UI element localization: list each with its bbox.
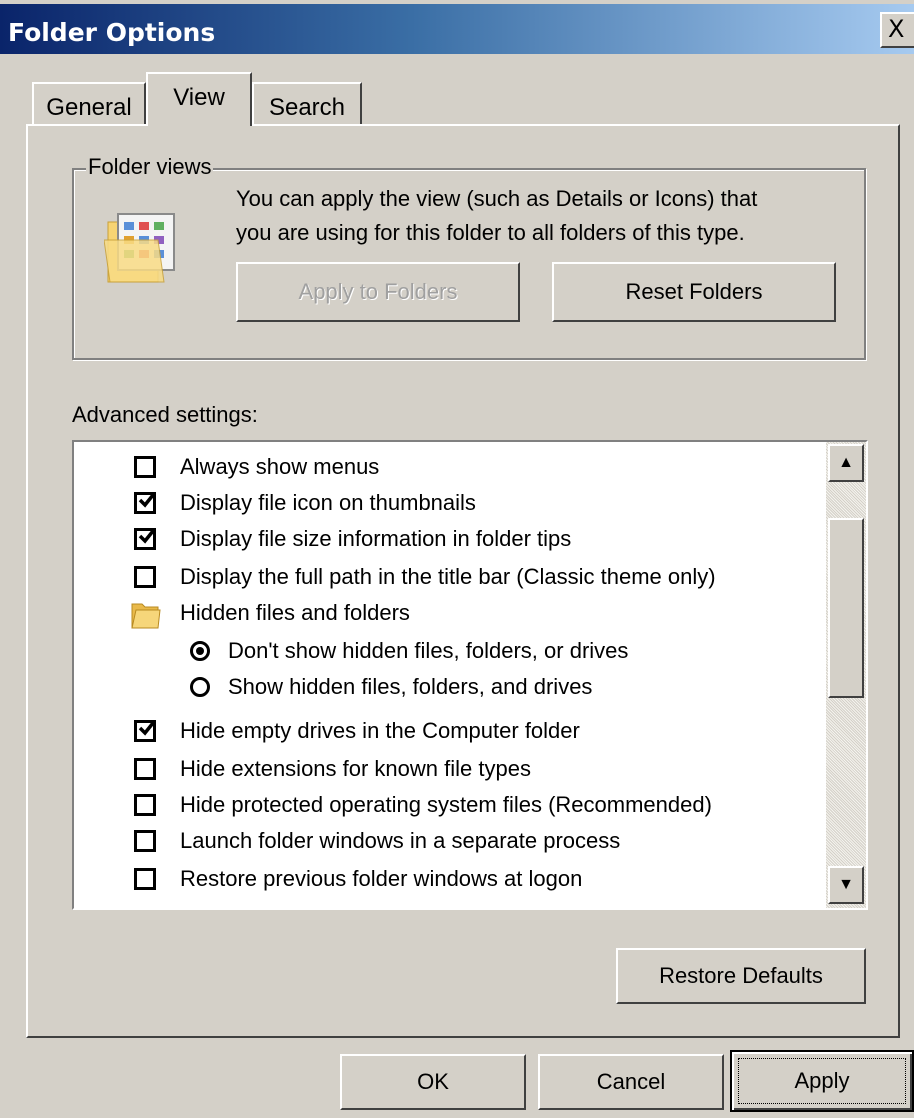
arrow-up-icon: ▲ [838,454,854,471]
checkbox[interactable] [134,720,156,742]
tab-search[interactable]: Search [252,82,362,126]
reset-folders-button[interactable]: Reset Folders [552,262,836,322]
checkmark-icon [138,493,155,508]
list-item-label: Hide empty drives in the Computer folder [180,718,580,743]
radio-button[interactable] [190,641,210,661]
focus-rectangle [738,1058,906,1104]
radio-button[interactable] [190,677,210,697]
list-item-label: Hide extensions for known file types [180,756,531,781]
checkbox[interactable] [134,868,156,890]
list-item-label: Don't show hidden files, folders, or dri… [228,638,629,663]
checkbox[interactable] [134,492,156,514]
close-button[interactable]: X [880,12,914,48]
apply-button[interactable]: Apply [730,1050,914,1112]
checkbox[interactable] [134,528,156,550]
checkmark-icon [138,721,155,736]
scroll-up-button[interactable]: ▲ [828,444,864,482]
list-item-label: Display the full path in the title bar (… [180,564,716,589]
apply-to-folders-button[interactable]: Apply to Folders [236,262,520,322]
cancel-button[interactable]: Cancel [538,1054,724,1110]
arrow-down-icon: ▼ [838,876,854,893]
list-item-label: Display file icon on thumbnails [180,490,476,515]
checkbox[interactable] [134,794,156,816]
list-item-label: Show hidden files, folders, and drives [228,674,593,699]
ok-button[interactable]: OK [340,1054,526,1110]
advanced-settings-label: Advanced settings: [72,402,258,427]
folder-views-description-2: you are using for this folder to all fol… [236,220,745,245]
tab-general-label: General [46,94,132,121]
list-item-label: Restore previous folder windows at logon [180,866,583,891]
vertical-scrollbar[interactable]: ▲ ▼ [826,442,866,908]
folder-views-label: Folder views [86,154,214,180]
restore-defaults-button[interactable]: Restore Defaults [616,948,866,1004]
tab-search-label: Search [268,94,346,121]
list-item-label: Always show menus [180,454,380,479]
tab-view-label: View [173,84,225,111]
advanced-settings-list[interactable]: Always show menus Display file icon on t… [72,440,868,910]
checkbox[interactable] [134,566,156,588]
checkmark-icon [138,529,155,544]
checkbox[interactable] [134,758,156,780]
list-item-label: Display file size information in folder … [180,526,572,551]
folder-view-icon [104,213,175,283]
list-item-label: Hidden files and folders [180,600,410,625]
folder-views-description-1: You can apply the view (such as Details … [236,186,758,211]
checkbox[interactable] [134,830,156,852]
folder-icon [131,603,161,629]
checkbox[interactable] [134,456,156,478]
list-item-label: Launch folder windows in a separate proc… [180,828,621,853]
window-title: Folder Options [8,18,216,47]
scroll-down-button[interactable]: ▼ [828,866,864,904]
tab-general[interactable]: General [32,82,146,126]
tab-view[interactable]: View [146,72,252,126]
close-icon: X [888,15,905,43]
scrollbar-thumb[interactable] [828,518,864,698]
list-item-label: Hide protected operating system files (R… [180,792,712,817]
